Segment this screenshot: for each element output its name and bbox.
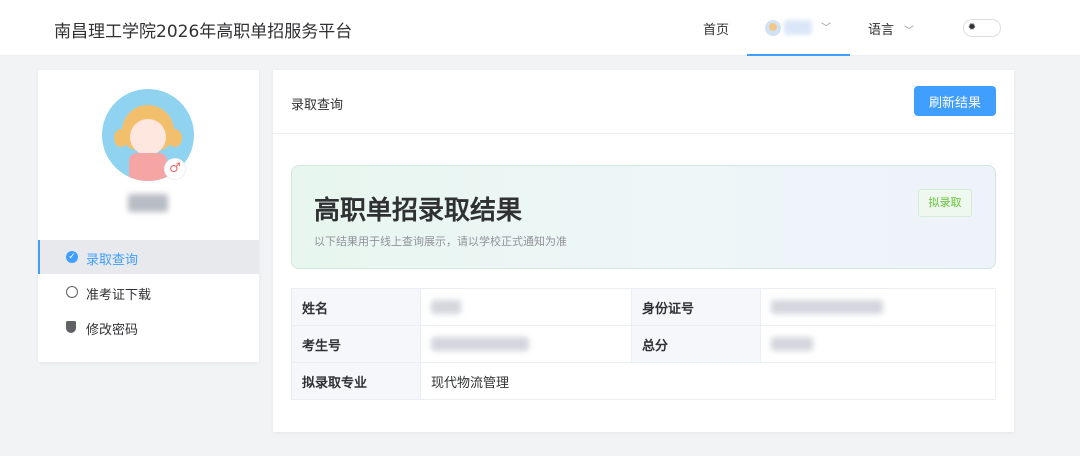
exam-number-redacted [431,337,529,351]
table-row: 考生号 总分 [291,325,996,363]
check-circle-icon: ✓ [66,251,78,263]
major-value: 现代物流管理 [420,362,996,400]
exam-number-label: 考生号 [291,325,421,363]
nav-language-label: 语言 [868,23,895,38]
user-name-redacted [784,20,812,35]
top-header: 南昌理工学院2026年高职单招服务平台 首页 ﹀ 语言 ﹀ ✹ [0,0,1080,56]
gender-male-icon: ♂ [164,158,186,180]
chevron-down-icon: ﹀ [904,26,915,37]
exam-number-value [420,325,632,363]
result-subtitle: 以下结果用于线上查询展示，请以学校正式通知为准 [314,235,567,248]
result-title: 高职单招录取结果 [314,196,523,226]
divider [273,133,1014,134]
sidebar-item-label: 录取查询 [86,253,139,268]
name-redacted [431,300,461,314]
status-badge: 拟录取 [918,189,972,217]
shield-icon [66,321,76,333]
total-score-value [760,325,996,363]
major-label: 拟录取专业 [291,362,421,400]
sidebar-item-label: 准考证下载 [86,288,152,303]
sidebar-item-admission-ticket[interactable]: 准考证下载 [38,275,259,309]
nav-language-menu[interactable]: 语言 ﹀ [868,19,914,38]
admission-info-table: 姓名 身份证号 考生号 总分 拟录取专业 现代物流管理 [291,288,996,400]
user-avatar-icon [765,20,781,36]
id-number-label: 身份证号 [631,288,761,326]
total-score-redacted [771,337,813,351]
chevron-down-icon: ﹀ [821,23,831,34]
page-title: 录取查询 [291,98,344,113]
nav-user-menu[interactable]: ﹀ [747,0,850,56]
total-score-label: 总分 [631,325,761,363]
nav-home-link[interactable]: 首页 [703,19,729,38]
main-panel: 录取查询 刷新结果 高职单招录取结果 以下结果用于线上查询展示，请以学校正式通知… [273,70,1014,432]
name-label: 姓名 [291,288,421,326]
site-title: 南昌理工学院2026年高职单招服务平台 [54,22,353,42]
sidebar-item-label: 修改密码 [86,323,139,338]
profile-name-redacted [128,194,168,212]
id-number-value [760,288,996,326]
refresh-result-button[interactable]: 刷新结果 [914,86,996,116]
sidebar-item-admission-query[interactable]: ✓ 录取查询 [38,240,259,274]
circle-icon [66,286,78,298]
result-card: 高职单招录取结果 以下结果用于线上查询展示，请以学校正式通知为准 拟录取 [291,165,996,269]
id-number-redacted [771,300,883,314]
sidebar: ♂ ✓ 录取查询 准考证下载 修改密码 [38,70,259,362]
table-row: 拟录取专业 现代物流管理 [291,362,996,400]
sidebar-item-change-password[interactable]: 修改密码 [38,310,259,344]
name-value [420,288,632,326]
theme-toggle[interactable]: ✹ [963,19,1001,37]
sun-icon: ✹ [967,22,977,33]
table-row: 姓名 身份证号 [291,288,996,326]
